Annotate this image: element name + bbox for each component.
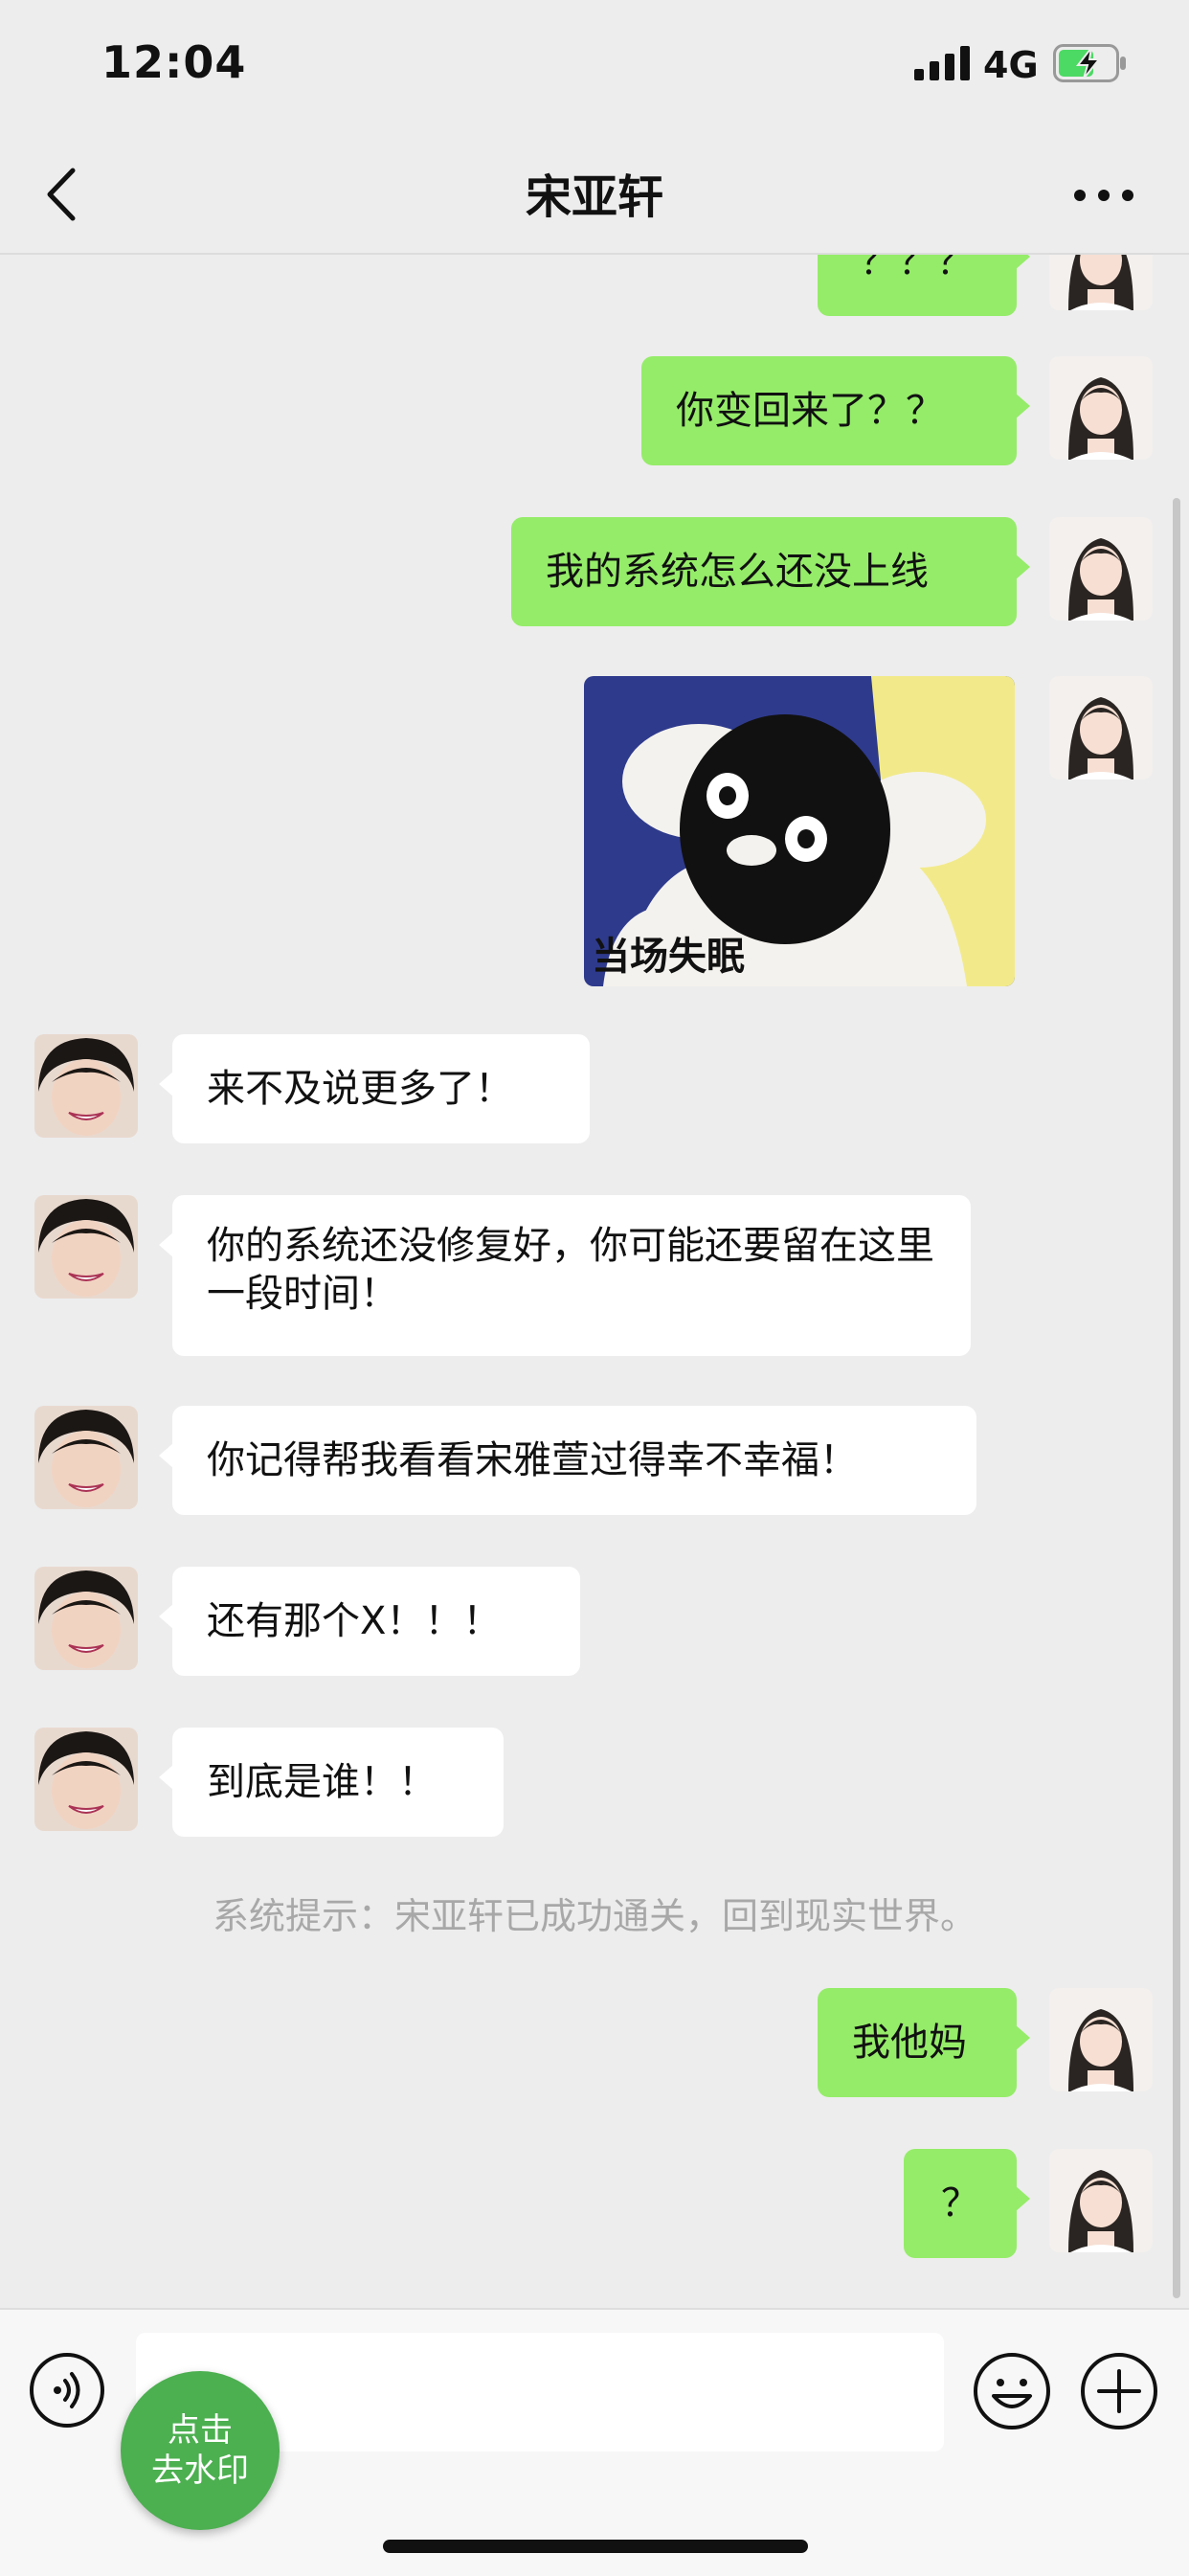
my-avatar[interactable] [1049,1988,1153,2091]
girl-avatar-icon [1049,676,1153,780]
message-list[interactable]: ？？？ 你变回来了？？ 我的系统怎么还没上线 当场失眠 来不及说更多了！ 你的系… [0,255,1189,2308]
outgoing-message[interactable]: 你变回来了？？ [641,356,1030,465]
girl-avatar-icon [1049,2149,1153,2252]
emoji-icon[interactable] [973,2352,1051,2430]
battery-charging-icon [1053,44,1126,82]
contact-avatar[interactable] [34,1034,138,1138]
boy-avatar-icon [34,1195,138,1299]
sticker-image[interactable]: 当场失眠 [584,676,1015,986]
girl-avatar-icon [1049,356,1153,460]
plus-icon[interactable] [1080,2352,1158,2430]
sticker-caption: 当场失眠 [592,935,745,979]
contact-avatar[interactable] [34,1728,138,1831]
status-bar: 12:04 4G [0,0,1189,134]
chat-header: 宋亚轩 [0,134,1189,255]
my-avatar[interactable] [1049,255,1153,310]
home-indicator[interactable] [383,2540,808,2553]
voice-input-icon[interactable] [29,2352,105,2429]
signal-icon [914,46,970,80]
outgoing-message[interactable]: 我他妈 [818,1988,1030,2097]
remove-watermark-line1: 点击 [168,2411,233,2450]
outgoing-message[interactable]: ？？？ [818,255,1030,316]
system-notice: 系统提示：宋亚轩已成功通关，回到现实世界。 [212,1895,976,1937]
my-avatar[interactable] [1049,356,1153,460]
incoming-message[interactable]: 来不及说更多了！ [159,1034,590,1143]
scrollbar[interactable] [1173,498,1180,2298]
boy-avatar-icon [34,1728,138,1831]
boy-avatar-icon [34,1406,138,1509]
chat-title: 宋亚轩 [525,170,663,224]
my-avatar[interactable] [1049,517,1153,621]
incoming-message[interactable]: 你记得帮我看看宋雅萱过得幸不幸福！ [159,1406,976,1515]
contact-avatar[interactable] [34,1406,138,1509]
input-bar: 点击 去水印 [0,2308,1189,2576]
girl-avatar-icon [1049,1988,1153,2091]
my-avatar[interactable] [1049,2149,1153,2252]
remove-watermark-line2: 去水印 [151,2452,249,2490]
boy-avatar-icon [34,1567,138,1670]
incoming-message[interactable]: 你的系统还没修复好，你可能还要留在这里一段时间！ [159,1195,971,1356]
incoming-message[interactable]: 到底是谁！！ [159,1728,504,1837]
boy-avatar-icon [34,1034,138,1138]
network-type: 4G [983,44,1039,86]
my-avatar[interactable] [1049,676,1153,780]
contact-avatar[interactable] [34,1567,138,1670]
more-dots-icon[interactable] [1070,176,1137,215]
girl-avatar-icon [1049,255,1153,310]
outgoing-message[interactable]: 我的系统怎么还没上线 [511,517,1030,626]
remove-watermark-button[interactable]: 点击 去水印 [121,2371,280,2530]
contact-avatar[interactable] [34,1195,138,1299]
girl-avatar-icon [1049,517,1153,621]
incoming-message[interactable]: 还有那个X！！！ [159,1567,580,1676]
outgoing-message[interactable]: ？ [904,2149,1030,2258]
status-time: 12:04 [101,36,247,88]
